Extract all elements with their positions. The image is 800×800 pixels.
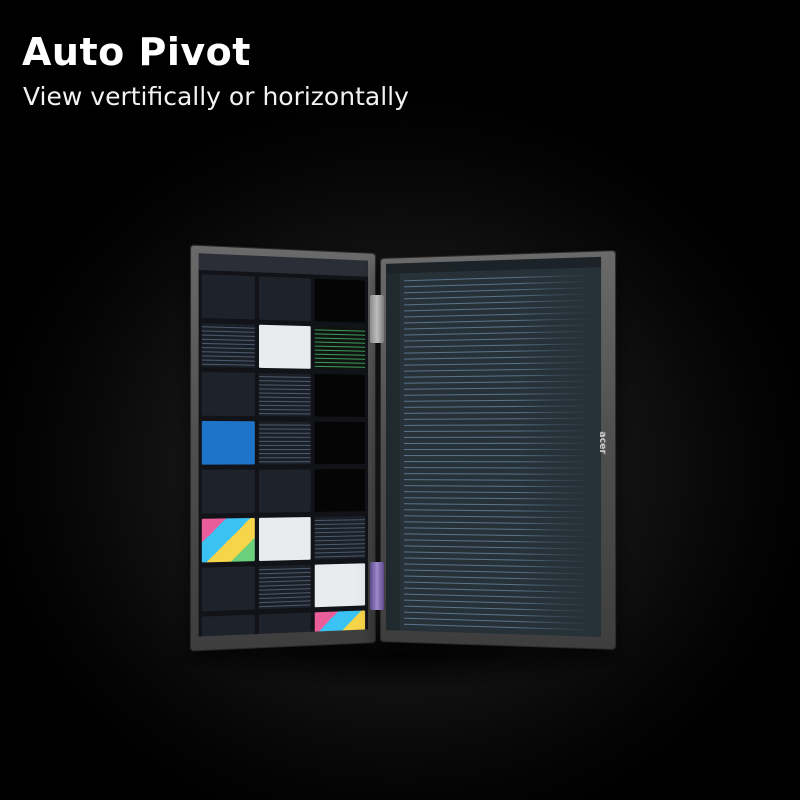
gallery-thumbnail [314,373,366,417]
gallery-thumbnail [258,276,311,322]
hinge-bottom [370,562,384,610]
gallery-thumbnail [314,516,366,560]
gallery-thumbnail [201,566,255,612]
gallery-grid [201,274,366,637]
gallery-thumbnail [201,372,255,417]
right-screen-code-editor [385,256,602,637]
headline-title: Auto Pivot [22,30,251,74]
gallery-thumbnail [258,372,311,417]
product-banner: Auto Pivot View vertifically or horizont… [0,0,800,800]
gallery-thumbnail [201,469,255,514]
right-monitor-portrait: acer [380,250,617,650]
code-lines [403,271,593,631]
gallery-thumbnail [258,324,311,369]
hinge-top [370,295,384,343]
left-screen-gallery [198,253,369,637]
gallery-thumbnail [258,421,311,465]
gallery-thumbnail [201,614,255,637]
gallery-thumbnail [314,421,366,465]
gallery-thumbnail [201,420,255,465]
gallery-thumbnail [258,469,311,513]
editor-gutter [385,273,400,631]
gallery-thumbnail [314,610,366,637]
gallery-thumbnail [314,278,366,323]
gallery-thumbnail [258,564,311,610]
gallery-thumbnail [258,612,311,637]
gallery-thumbnail [314,563,366,608]
gallery-thumbnail [314,326,366,370]
left-monitor-portrait [189,244,376,652]
brand-logo: acer [596,431,608,455]
dual-portable-monitor: acer [189,244,617,652]
headline-subtitle: View vertifically or horizontally [23,82,409,111]
gallery-thumbnail [314,469,366,512]
gallery-toolbar [198,253,369,277]
gallery-thumbnail [201,517,255,563]
gallery-thumbnail [201,323,255,368]
gallery-thumbnail [201,274,255,320]
gallery-thumbnail [258,517,311,562]
editor-tabs [385,256,602,274]
